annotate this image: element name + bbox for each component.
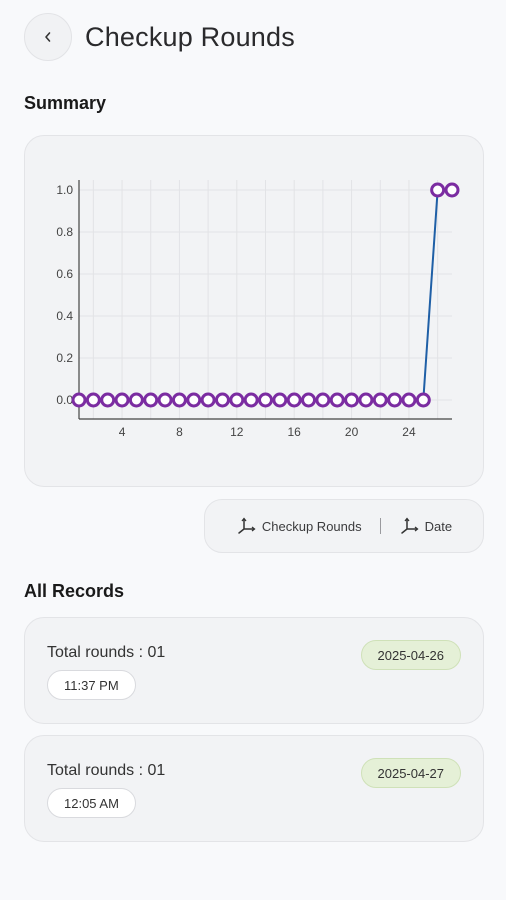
data-point <box>186 392 202 408</box>
data-point <box>243 392 259 408</box>
record-date-badge: 2025-04-26 <box>360 640 461 670</box>
summary-heading: Summary <box>24 93 107 113</box>
data-point <box>358 392 374 408</box>
data-point <box>114 392 130 408</box>
summary-chart-card: 0.0 0.2 0.4 0.6 0.8 1.0 4 8 12 16 20 24 <box>24 135 484 487</box>
legend-item-checkup-rounds[interactable]: Checkup Rounds <box>236 517 362 535</box>
y-tick-label: 0.8 <box>56 225 73 239</box>
data-point <box>171 392 187 408</box>
data-point <box>401 392 417 408</box>
data-point <box>344 392 360 408</box>
y-tick-label: 0.2 <box>56 351 73 365</box>
x-tick-label: 16 <box>288 425 302 439</box>
data-point <box>272 392 288 408</box>
x-tick-label: 20 <box>345 425 359 439</box>
record-card[interactable]: Total rounds : 01 12:05 AM 2025-04-27 <box>24 735 484 842</box>
data-point <box>258 392 273 408</box>
record-card[interactable]: Total rounds : 01 11:37 PM 2025-04-26 <box>24 617 484 724</box>
y-tick-label: 0.0 <box>56 393 73 407</box>
data-point <box>301 392 317 408</box>
axis-chart-icon <box>238 517 256 534</box>
legend-label-date: Date <box>424 518 453 534</box>
data-point <box>157 392 173 408</box>
x-tick-label: 8 <box>176 425 183 439</box>
x-tick-label: 4 <box>119 425 126 439</box>
data-point <box>128 392 144 408</box>
record-time-chip: 11:37 PM <box>47 670 136 700</box>
chevron-left-icon <box>45 32 51 42</box>
data-point <box>415 392 431 408</box>
back-button[interactable] <box>24 13 72 61</box>
x-tick-label: 24 <box>402 425 416 439</box>
record-rounds: Total rounds : 01 <box>47 644 166 661</box>
data-point <box>71 392 87 408</box>
data-point <box>444 182 460 198</box>
data-point <box>315 392 331 408</box>
y-tick-label: 1.0 <box>56 183 73 197</box>
data-point <box>200 392 216 408</box>
axis-chart-icon <box>400 517 419 534</box>
legend-divider <box>379 518 381 534</box>
data-point <box>214 392 230 408</box>
legend-label-checkup-rounds: Checkup Rounds <box>261 518 362 534</box>
record-date-badge: 2025-04-27 <box>360 758 461 788</box>
header: Checkup Rounds <box>24 12 295 62</box>
page-title: Checkup Rounds <box>85 21 295 52</box>
x-tick-label: 12 <box>230 425 244 439</box>
chart-legend: Checkup Rounds Date <box>204 499 484 553</box>
y-tick-label: 0.6 <box>56 267 73 281</box>
all-records-heading: All Records <box>24 581 125 601</box>
data-point <box>229 392 245 408</box>
legend-item-date[interactable]: Date <box>399 517 452 535</box>
record-time-chip: 12:05 AM <box>47 788 136 818</box>
data-point <box>100 392 116 408</box>
summary-chart: 0.0 0.2 0.4 0.6 0.8 1.0 4 8 12 16 20 24 <box>56 180 460 439</box>
data-point <box>387 392 403 408</box>
record-rounds: Total rounds : 01 <box>47 762 166 779</box>
data-point <box>329 392 345 408</box>
data-point <box>372 392 388 408</box>
y-tick-label: 0.4 <box>56 309 73 323</box>
data-point <box>286 392 302 408</box>
data-point <box>430 182 446 198</box>
data-point <box>85 392 101 408</box>
data-point <box>143 392 159 408</box>
